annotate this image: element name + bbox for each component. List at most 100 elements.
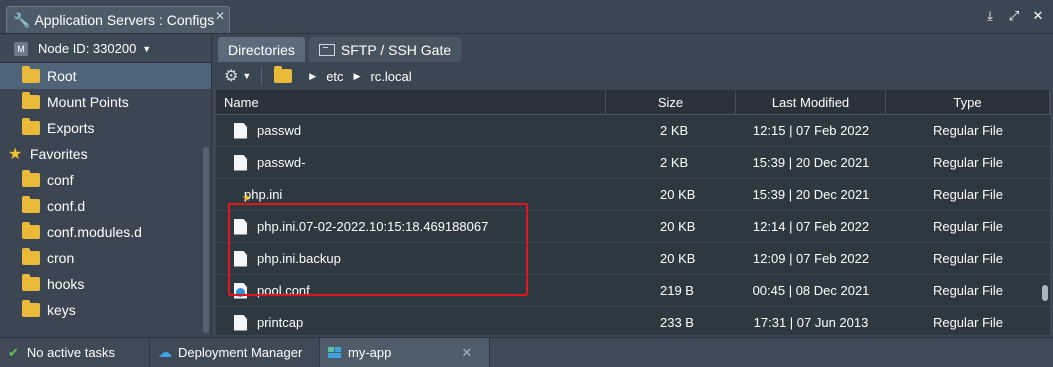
chevron-down-icon: ▼ <box>142 43 152 54</box>
file-type: Regular File <box>932 155 1004 170</box>
sidebar-item-mount-points[interactable]: Mount Points <box>0 89 211 115</box>
download-icon[interactable]: ⤓ <box>983 8 997 23</box>
file-modified: 12:15 | 07 Feb 2022 <box>752 123 870 138</box>
table-row[interactable]: ★ php.ini 20 KB 15:39 | 20 Dec 2021 Regu… <box>216 179 1050 211</box>
config-file-icon: ★ <box>234 187 251 204</box>
favorite-item[interactable]: conf.modules.d <box>0 219 211 245</box>
window-titlebar: 🔧 Application Servers : Configs ✕ ⤓ ⤢ ✕ <box>0 0 1053 34</box>
file-size: 219 B <box>660 283 694 298</box>
table-row[interactable]: passwd 2 KB 12:15 | 07 Feb 2022 Regular … <box>216 115 1050 147</box>
file-modified: 12:09 | 07 Feb 2022 <box>752 251 870 266</box>
app-icon <box>328 346 342 359</box>
star-icon: ★ <box>8 146 23 163</box>
file-icon <box>234 218 247 235</box>
column-header-type[interactable]: Type <box>886 91 1050 114</box>
favorite-label: cron <box>47 250 75 266</box>
favorites-label: Favorites <box>30 146 88 162</box>
tab-sftp-ssh-gate[interactable]: SFTP / SSH Gate <box>308 37 462 62</box>
file-size: 20 KB <box>660 251 696 266</box>
tab-label: Directories <box>228 41 295 58</box>
node-label: Node ID: 330200 <box>38 41 137 56</box>
file-icon <box>234 314 247 331</box>
terminal-icon <box>318 43 335 56</box>
file-modified: 00:45 | 08 Dec 2021 <box>752 283 870 298</box>
expand-icon[interactable]: ⤢ <box>1007 8 1021 23</box>
file-list-scrollbar[interactable] <box>1042 285 1048 301</box>
file-icon <box>234 122 247 139</box>
file-name: php.ini.07-02-2022.10:15:18.469188067 <box>257 219 489 234</box>
favorite-label: conf <box>47 172 74 188</box>
favorites-header[interactable]: ★ Favorites <box>0 141 211 167</box>
sidebar-item-label: Exports <box>47 120 95 136</box>
file-modified: 12:14 | 07 Feb 2022 <box>752 219 870 234</box>
breadcrumb-segment[interactable]: etc <box>326 69 343 84</box>
environment-tab[interactable]: my-app ✕ <box>320 337 490 367</box>
file-size: 20 KB <box>660 187 696 202</box>
file-name: pool.conf <box>257 283 310 298</box>
wrench-icon: 🔧 <box>13 11 31 28</box>
column-header-name[interactable]: Name <box>216 91 606 114</box>
file-type: Regular File <box>932 187 1004 202</box>
file-size: 233 B <box>660 315 694 330</box>
close-window-icon[interactable]: ✕ <box>1031 8 1045 23</box>
favorite-item[interactable]: conf <box>0 167 211 193</box>
cloud-upload-icon: ☁ <box>158 344 172 360</box>
close-tab-icon[interactable]: ✕ <box>215 9 225 23</box>
tasks-status[interactable]: ✔ No active tasks <box>0 337 150 367</box>
folder-icon <box>22 300 40 317</box>
breadcrumb-segment[interactable]: rc.local <box>370 69 411 84</box>
tab-bar: Directories SFTP / SSH Gate <box>216 35 1050 62</box>
table-row[interactable]: pool.conf 219 B 00:45 | 08 Dec 2021 Regu… <box>216 275 1050 307</box>
favorite-item[interactable]: keys <box>0 297 211 323</box>
favorite-label: keys <box>47 302 76 318</box>
sidebar: M Node ID: 330200 ▼ Root Mount Points Ex… <box>0 35 212 335</box>
folder-icon <box>22 222 40 239</box>
file-type: Regular File <box>932 251 1004 266</box>
check-icon: ✔ <box>8 344 19 360</box>
file-name: printcap <box>257 315 304 330</box>
sidebar-item-label: Root <box>47 68 77 84</box>
file-type: Regular File <box>932 283 1004 298</box>
tasks-label: No active tasks <box>26 345 116 360</box>
favorite-item[interactable]: cron <box>0 245 211 271</box>
chevron-right-icon: ▶ <box>353 70 361 81</box>
file-list: passwd 2 KB 12:15 | 07 Feb 2022 Regular … <box>216 115 1050 339</box>
node-type-icon: M <box>14 41 28 56</box>
column-header-modified[interactable]: Last Modified <box>736 91 886 114</box>
window-title: Application Servers : Configs <box>34 12 215 28</box>
table-row[interactable]: php.ini.backup 20 KB 12:09 | 07 Feb 2022… <box>216 243 1050 275</box>
favorite-item[interactable]: hooks <box>0 271 211 297</box>
tab-label: SFTP / SSH Gate <box>340 41 452 58</box>
sidebar-scrollbar[interactable] <box>203 147 209 333</box>
gear-icon[interactable]: ⚙ <box>224 66 238 86</box>
favorite-star-icon: ★ <box>242 193 251 204</box>
deployment-manager-button[interactable]: ☁ Deployment Manager <box>150 337 320 367</box>
folder-icon <box>22 92 40 109</box>
sidebar-item-exports[interactable]: Exports <box>0 115 211 141</box>
divider <box>261 67 263 85</box>
breadcrumb: ⚙ ▼ ▶ etc ▶ rc.local <box>216 62 1050 91</box>
file-name: php.ini.backup <box>257 251 341 266</box>
table-row[interactable]: php.ini.07-02-2022.10:15:18.469188067 20… <box>216 211 1050 243</box>
tab-directories[interactable]: Directories <box>218 37 305 62</box>
folder-icon <box>22 66 40 83</box>
chevron-down-icon[interactable]: ▼ <box>242 71 251 81</box>
column-header-size[interactable]: Size <box>606 91 736 114</box>
table-row[interactable]: printcap 233 B 17:31 | 07 Jun 2013 Regul… <box>216 307 1050 339</box>
sidebar-item-root[interactable]: Root <box>0 63 211 89</box>
main-panel: Directories SFTP / SSH Gate ⚙ ▼ ▶ etc ▶ … <box>216 35 1050 339</box>
file-icon <box>234 250 247 267</box>
node-selector[interactable]: M Node ID: 330200 ▼ <box>0 35 211 63</box>
file-name: passwd <box>257 123 302 138</box>
favorite-item[interactable]: conf.d <box>0 193 211 219</box>
chevron-right-icon: ▶ <box>309 70 317 81</box>
close-icon[interactable]: ✕ <box>461 345 472 361</box>
table-row[interactable]: passwd- 2 KB 15:39 | 20 Dec 2021 Regular… <box>216 147 1050 179</box>
file-type: Regular File <box>932 219 1004 234</box>
window-title-tab[interactable]: 🔧 Application Servers : Configs ✕ <box>6 6 230 33</box>
file-size: 20 KB <box>660 219 696 234</box>
directory-tree: Root Mount Points Exports ★ Favorites co… <box>0 63 211 323</box>
favorite-label: conf.modules.d <box>47 224 142 240</box>
folder-icon[interactable] <box>274 66 293 83</box>
file-name: passwd- <box>257 155 306 170</box>
